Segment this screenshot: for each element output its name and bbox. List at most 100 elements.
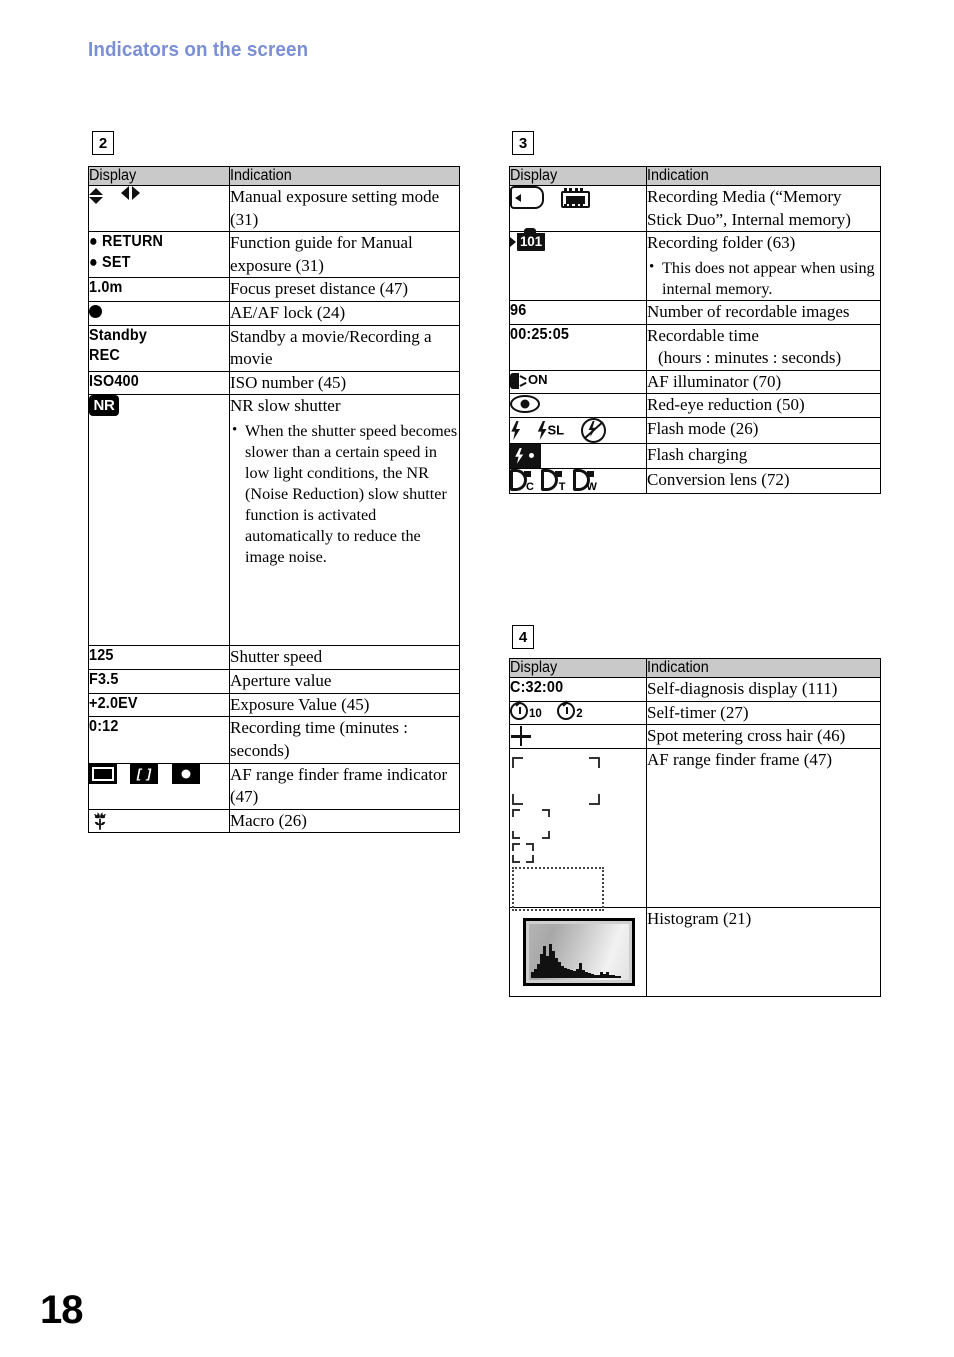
macro-tulip-icon xyxy=(89,810,111,832)
table-row: C:32:00 Self-diagnosis display (111) xyxy=(509,677,881,702)
table-row: Spot metering cross hair (46) xyxy=(509,724,881,749)
up-down-arrows-icon xyxy=(89,187,103,205)
table-row: Histogram (21) xyxy=(509,906,881,997)
table-row: NR NR slow shutter When the shutter spee… xyxy=(88,394,460,647)
table-header-row: Display Indication xyxy=(509,166,881,186)
display-cell xyxy=(509,906,647,997)
flash-off-icon xyxy=(580,418,606,443)
recording-folder-101-icon: 101 xyxy=(510,228,545,253)
display-cell: Standby REC xyxy=(88,324,230,372)
af-illuminator-on-icon: ON xyxy=(510,371,548,392)
table-header-row: Display Indication xyxy=(88,166,460,186)
flash-on-icon xyxy=(511,421,521,440)
table-row: AF range finder frame (47) xyxy=(509,747,881,911)
red-eye-icon xyxy=(510,395,540,414)
indication-text: NR slow shutter xyxy=(230,396,341,416)
indication-cell: Macro (26) xyxy=(229,808,460,834)
column-header-indication: Indication xyxy=(646,658,881,678)
indication-cell: Standby a movie/Recording a movie xyxy=(229,324,460,372)
flash-slow-sync-icon: SL xyxy=(536,421,564,441)
af-range-finder-frames-illustration xyxy=(510,756,638,911)
display-cell: +2.0EV xyxy=(88,692,230,718)
indication-cell: Self-diagnosis display (111) xyxy=(646,677,881,702)
column-header-indication: Indication xyxy=(229,166,460,186)
display-cell: 00:25:05 xyxy=(509,323,647,371)
af-frame-dashed-badge-icon xyxy=(89,763,117,784)
section-badge-4: 4 xyxy=(512,625,534,649)
display-cell: ON xyxy=(509,369,647,395)
self-timer-2-icon: 2 xyxy=(557,700,583,724)
table-row: AE/AF lock (24) xyxy=(88,301,460,326)
section-badge-3: 3 xyxy=(512,131,534,155)
table-row: C T W Conversion lens (72) xyxy=(509,468,881,495)
table-row: 101 Recording folder (63) This does not … xyxy=(509,228,881,301)
flash-charging-icon xyxy=(510,444,541,469)
display-cell: C:32:00 xyxy=(509,677,647,702)
column-header-display: Display xyxy=(509,658,647,678)
display-cell: NR xyxy=(88,394,230,647)
indication-cell: Manual exposure setting mode (31) xyxy=(229,184,460,233)
indication-cell: Recordable time (hours : minutes : secon… xyxy=(646,323,881,371)
table-row: F3.5 Aperture value xyxy=(88,669,460,694)
column-header-display: Display xyxy=(88,166,230,186)
histogram-thumbnail-icon xyxy=(523,917,635,986)
table-row: 1.0m Focus preset distance (47) xyxy=(88,277,460,303)
indication-cell: Recording folder (63) This does not appe… xyxy=(646,231,881,301)
nr-badge-icon: NR xyxy=(89,395,119,417)
display-cell: 101 xyxy=(509,228,647,301)
page-number: 18 xyxy=(40,1288,83,1332)
indication-cell: Red-eye reduction (50) xyxy=(646,393,881,418)
display-cell xyxy=(509,724,647,749)
display-cell: 0:12 xyxy=(88,716,230,764)
conversion-lens-t-icon: T xyxy=(541,469,565,493)
display-cell: F3.5 xyxy=(88,669,230,694)
table-row: Manual exposure setting mode (31) xyxy=(88,184,460,233)
indication-bullet: This does not appear when using internal… xyxy=(647,258,880,300)
conversion-lens-c-icon: C xyxy=(510,469,534,493)
display-cell: ISO400 xyxy=(88,370,230,396)
page-title: Indicators on the screen xyxy=(88,38,309,61)
display-cell: 1.0m xyxy=(88,277,230,303)
indication-subtext: (hours : minutes : seconds) xyxy=(658,348,842,368)
indication-cell: Histogram (21) xyxy=(646,906,881,997)
indication-cell: Flash mode (26) xyxy=(646,417,881,444)
display-cell: SL xyxy=(509,417,647,444)
manual-page: Indicators on the screen 2 Display Indic… xyxy=(0,0,954,1357)
indicators-table-4: Display Indication C:32:00 Self-diagnosi… xyxy=(509,658,881,997)
column-header-display: Display xyxy=(509,166,647,186)
table-row: ON AF illuminator (70) xyxy=(509,369,881,395)
indication-cell: AF range finder frame indicator (47) xyxy=(229,762,460,810)
indication-cell: Conversion lens (72) xyxy=(646,468,881,495)
indication-cell: Shutter speed xyxy=(229,645,460,671)
table-row: Macro (26) xyxy=(88,808,460,834)
indication-text: Recording folder (63) xyxy=(647,233,796,253)
indication-cell: Spot metering cross hair (46) xyxy=(646,724,881,749)
af-frame-brackets-badge-icon: [ ] xyxy=(130,763,159,784)
set-label: ● SET xyxy=(89,253,131,271)
display-cell: 96 xyxy=(509,299,647,325)
indication-cell: NR slow shutter When the shutter speed b… xyxy=(229,394,460,647)
indication-cell: Function guide for Manual exposure (31) xyxy=(229,231,460,279)
table-row: ● RETURN ● SET Function guide for Manual… xyxy=(88,231,460,279)
indicators-table-2: Display Indication Manual exposure setti… xyxy=(88,166,460,834)
indication-cell: Self-timer (27) xyxy=(646,700,881,726)
spot-metering-cross-icon xyxy=(510,725,532,747)
rec-label: REC xyxy=(89,347,120,365)
table-row: Red-eye reduction (50) xyxy=(509,393,881,418)
table-row: [ ] AF range finder frame indicator (47) xyxy=(88,762,460,810)
indication-cell: AF range finder frame (47) xyxy=(646,747,881,908)
conversion-lens-w-icon: W xyxy=(572,469,597,493)
table-row: 10 2 Self-timer (27) xyxy=(509,700,881,726)
indication-cell: AE/AF lock (24) xyxy=(229,301,460,326)
table-row: Recording Media (“Memory Stick Duo”, Int… xyxy=(509,184,881,233)
table-row: 00:25:05 Recordable time (hours : minute… xyxy=(509,323,881,371)
indication-cell: Focus preset distance (47) xyxy=(229,277,460,303)
display-cell xyxy=(509,442,647,470)
indication-cell: Aperture value xyxy=(229,669,460,694)
indication-cell: Recording time (minutes : seconds) xyxy=(229,716,460,764)
indication-cell: Number of recordable images xyxy=(646,299,881,325)
table-row: 0:12 Recording time (minutes : seconds) xyxy=(88,716,460,764)
display-cell xyxy=(88,301,230,326)
left-right-arrows-icon xyxy=(121,186,141,206)
indication-cell: Recording Media (“Memory Stick Duo”, Int… xyxy=(646,184,881,233)
